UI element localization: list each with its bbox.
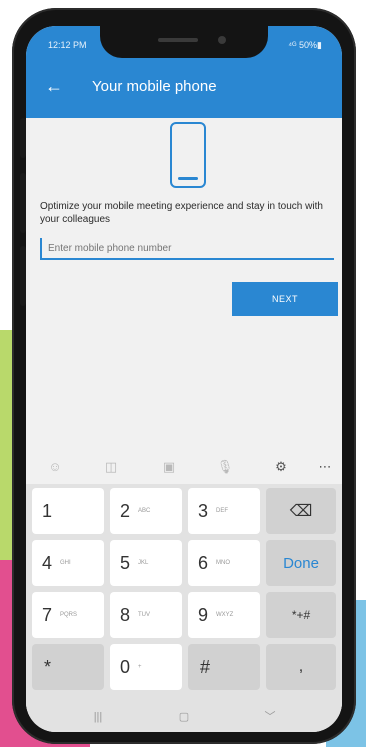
app-bar: 12:12 PM ⁴ᴳ 50%▮ ← Your mobile phone — [26, 26, 342, 118]
backspace-icon: ⌫ — [289, 503, 313, 520]
key-star[interactable]: * — [32, 644, 104, 690]
phone-screen: 12:12 PM ⁴ᴳ 50%▮ ← Your mobile phone Opt… — [26, 26, 342, 732]
speaker-icon — [158, 38, 198, 42]
backspace-key[interactable]: ⌫ — [266, 488, 336, 534]
keyboard-toolbar: ☺ ◫ ▣ 🎙 ⚙ ⋯ — [26, 450, 342, 484]
nav-back-icon[interactable]: ﹀ — [260, 710, 280, 724]
key-1[interactable]: 1 — [32, 488, 104, 534]
mic-icon[interactable]: 🎙 — [216, 458, 234, 476]
key-4[interactable]: 4 GHI — [32, 540, 104, 586]
home-icon[interactable]: ▢ — [174, 710, 194, 724]
next-button[interactable]: NEXT — [232, 282, 338, 316]
page-title: Your mobile phone — [92, 78, 217, 95]
key-6[interactable]: 6 MNO — [188, 540, 260, 586]
phone-number-input[interactable] — [40, 238, 334, 260]
description-text: Optimize your mobile meeting experience … — [40, 201, 323, 225]
numeric-keyboard: 1 2 ABC 3 DEF ⌫ 4 GHI 5 JKL 6 MNO Done 7… — [26, 484, 342, 732]
key-8[interactable]: 8 TUV — [110, 592, 182, 638]
key-5[interactable]: 5 JKL — [110, 540, 182, 586]
key-3[interactable]: 3 DEF — [188, 488, 260, 534]
key-7[interactable]: 7 PQRS — [32, 592, 104, 638]
settings-icon[interactable]: ⚙ — [272, 458, 290, 476]
more-icon[interactable]: ⋯ — [316, 458, 334, 476]
system-navbar: ||| ▢ ﹀ — [26, 702, 342, 732]
key-hash[interactable]: # — [188, 644, 260, 690]
done-key[interactable]: Done — [266, 540, 336, 586]
key-9[interactable]: 9 WXYZ — [188, 592, 260, 638]
recent-apps-icon[interactable]: ||| — [88, 710, 108, 724]
status-indicators: ⁴ᴳ 50%▮ — [288, 40, 322, 50]
key-2[interactable]: 2 ABC — [110, 488, 182, 534]
mobile-phone-icon — [170, 122, 206, 188]
arrow-left-icon: ← — [45, 76, 63, 96]
camera-icon — [218, 36, 226, 44]
gif-icon[interactable]: ▣ — [160, 458, 178, 476]
status-time: 12:12 PM — [48, 40, 87, 50]
back-button[interactable]: ← — [42, 74, 66, 98]
symbols-key[interactable]: *+# — [266, 592, 336, 638]
comma-key[interactable]: , — [266, 644, 336, 690]
key-0[interactable]: 0 + — [110, 644, 182, 690]
sticker-icon[interactable]: ◫ — [102, 458, 120, 476]
notch — [100, 26, 268, 58]
emoji-icon[interactable]: ☺ — [46, 458, 64, 476]
